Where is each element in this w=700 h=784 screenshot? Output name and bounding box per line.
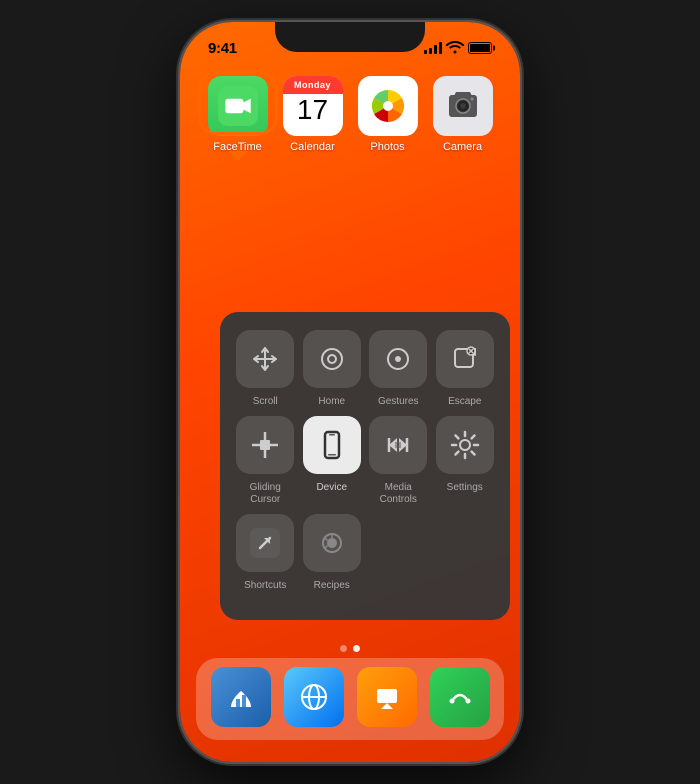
facetime-highlight [198, 71, 278, 135]
assistive-touch-panel: Scroll Home [220, 312, 510, 620]
dot-1 [340, 645, 347, 652]
dock-icon-3[interactable] [352, 667, 422, 732]
escape-item[interactable]: Escape [436, 330, 495, 408]
settings-item[interactable]: Settings [436, 416, 495, 506]
battery-icon [468, 42, 492, 54]
notch [275, 22, 425, 52]
phone-frame: 9:41 [180, 22, 520, 762]
panel-row-2: GlidingCursor Device [236, 416, 494, 506]
empty-slot-2 [436, 514, 495, 592]
photos-icon [358, 76, 418, 136]
dock-app-icon-4 [430, 667, 490, 727]
settings-icon-box [436, 416, 494, 474]
home-icon-box [303, 330, 361, 388]
empty-slot-1 [369, 514, 428, 592]
calendar-icon: Monday 17 [283, 76, 343, 136]
status-icons [424, 41, 492, 56]
photos-label: Photos [370, 141, 404, 153]
recipes-item[interactable]: Recipes [303, 514, 362, 592]
icon-row-1: FaceTime Monday 17 Calendar [200, 76, 500, 153]
scroll-item[interactable]: Scroll [236, 330, 295, 408]
gestures-label: Gestures [378, 396, 419, 408]
shortcuts-icon-box [236, 514, 294, 572]
dock-app-icon-1 [211, 667, 271, 727]
gliding-cursor-label: GlidingCursor [250, 482, 281, 506]
facetime-arrow [228, 151, 248, 161]
dock-icon-2[interactable] [279, 667, 349, 732]
dot-2 [353, 645, 360, 652]
camera-icon [433, 76, 493, 136]
dock-app-icon-3 [357, 667, 417, 727]
dock-app-icon-2 [284, 667, 344, 727]
recipes-icon-box [303, 514, 361, 572]
escape-icon-box [436, 330, 494, 388]
escape-label: Escape [448, 396, 481, 408]
gestures-item[interactable]: Gestures [369, 330, 428, 408]
device-label: Device [316, 482, 347, 494]
panel-row-3: Shortcuts Recipes [236, 514, 494, 592]
gliding-cursor-icon-box [236, 416, 294, 474]
camera-label: Camera [443, 141, 482, 153]
gestures-icon-box [369, 330, 427, 388]
facetime-app[interactable]: FaceTime [203, 76, 273, 153]
media-controls-icon-box [369, 416, 427, 474]
status-time: 9:41 [208, 40, 237, 57]
media-controls-item[interactable]: MediaControls [369, 416, 428, 506]
calendar-month: Monday [283, 76, 343, 94]
calendar-date: 17 [297, 96, 328, 124]
dock-icon-1[interactable] [206, 667, 276, 732]
dock-icon-4[interactable] [425, 667, 495, 732]
page-dots [180, 645, 520, 652]
gliding-cursor-item[interactable]: GlidingCursor [236, 416, 295, 506]
scroll-icon-box [236, 330, 294, 388]
calendar-app[interactable]: Monday 17 Calendar [278, 76, 348, 153]
screen: 9:41 [180, 22, 520, 762]
shortcuts-item[interactable]: Shortcuts [236, 514, 295, 592]
calendar-label: Calendar [290, 141, 335, 153]
device-item[interactable]: Device [303, 416, 362, 506]
panel-row-1: Scroll Home [236, 330, 494, 408]
camera-app[interactable]: Camera [428, 76, 498, 153]
scroll-label: Scroll [253, 396, 278, 408]
recipes-label: Recipes [314, 580, 350, 592]
signal-icon [424, 42, 442, 54]
photos-app[interactable]: Photos [353, 76, 423, 153]
shortcuts-label: Shortcuts [244, 580, 286, 592]
home-item[interactable]: Home [303, 330, 362, 408]
media-controls-label: MediaControls [380, 482, 417, 506]
home-screen: FaceTime Monday 17 Calendar [180, 76, 520, 157]
wifi-icon [447, 41, 463, 56]
settings-label: Settings [447, 482, 483, 494]
dock [196, 658, 504, 740]
home-label: Home [318, 396, 345, 408]
device-icon-box [303, 416, 361, 474]
